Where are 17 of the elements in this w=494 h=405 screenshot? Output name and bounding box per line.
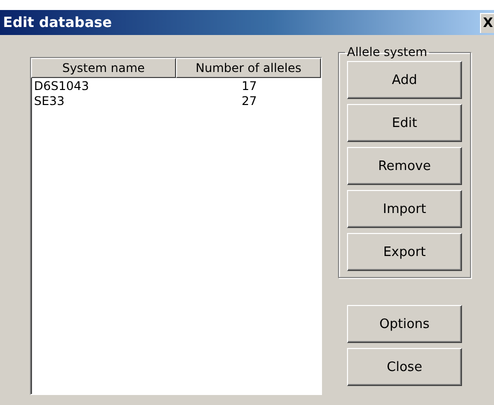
group-title: Allele system (346, 45, 428, 59)
column-header[interactable]: System name (31, 58, 176, 78)
action-button[interactable]: Export (347, 233, 462, 271)
dialog-button[interactable]: Close (347, 348, 462, 386)
action-button[interactable]: Add (347, 61, 462, 99)
action-button[interactable]: Remove (347, 147, 462, 185)
alleles-count-cell-text: 27 (240, 94, 258, 108)
action-button[interactable]: Import (347, 190, 462, 228)
column-header[interactable]: Number of alleles (176, 58, 321, 78)
alleles-count-cell-text: 17 (240, 78, 258, 92)
window-title: Edit database (3, 14, 112, 30)
system-name-cell-text: D6S1043 (33, 78, 90, 92)
system-name-cell-text: SE33 (33, 94, 66, 108)
systems-list[interactable]: System name Number of alleles D6S1043 17 SE33 27 (30, 57, 322, 395)
dialog-button[interactable]: Options (347, 305, 462, 343)
action-button[interactable]: Edit (347, 104, 462, 142)
window-x-button[interactable]: X (480, 12, 494, 32)
